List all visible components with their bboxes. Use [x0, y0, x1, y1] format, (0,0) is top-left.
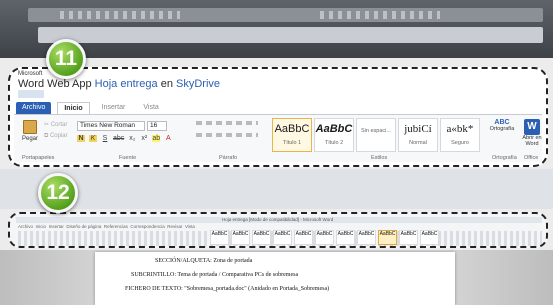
- desktop-style-2[interactable]: AaBbC: [231, 230, 250, 245]
- style-name: Normal: [409, 140, 427, 146]
- desktop-style-selected[interactable]: AaBbC: [378, 230, 397, 245]
- highlight-button[interactable]: ab: [152, 135, 161, 142]
- desktop-style-6[interactable]: AaBbC: [315, 230, 334, 245]
- style-normal[interactable]: jubiCí Normal: [398, 118, 438, 152]
- cut-label: Cortar: [50, 122, 68, 128]
- office-group-label: Office: [524, 155, 539, 161]
- desktop-style-3[interactable]: AaBbC: [252, 230, 271, 245]
- cut-button[interactable]: ✂ Cortar: [44, 121, 67, 128]
- document-line-1: SECCIÓN/ALQUETA: Zona de portada: [155, 258, 253, 264]
- spellcheck-icon: ABC: [494, 119, 510, 126]
- desktop-word-title: Hoja entrega [Modo de compatibilidad] - …: [222, 217, 334, 222]
- tab-inicio[interactable]: Inicio: [57, 102, 90, 114]
- font-format-buttons: N K S abc x₂ x² ab A: [77, 135, 172, 142]
- desktop-style-5[interactable]: AaBbC: [294, 230, 313, 245]
- style-name: Título 1: [282, 140, 302, 146]
- paste-label: Pegar: [21, 136, 38, 142]
- step-11-badge: 11: [46, 39, 86, 79]
- desktop-tab-insertar[interactable]: Insertar: [49, 224, 64, 229]
- app-name: Word Web App: [18, 78, 92, 90]
- browser-tabs-right: [320, 11, 440, 19]
- document-name[interactable]: Hoja entrega: [95, 78, 158, 90]
- spelling-button[interactable]: ABC Ortografía: [488, 119, 516, 132]
- desktop-style-4[interactable]: AaBbC: [273, 230, 292, 245]
- font-group-label: Fuente: [119, 155, 137, 161]
- desktop-tab-diseno[interactable]: Diseño de página: [66, 224, 101, 229]
- open-in-word-button[interactable]: W Abrir en Word: [520, 119, 544, 147]
- tab-archivo[interactable]: Archivo: [16, 102, 52, 114]
- step-12-badge: 12: [38, 173, 78, 213]
- word-web-app-panel: Microsoft Word Web App Hoja entrega en S…: [8, 67, 548, 167]
- paragraph-buttons[interactable]: [196, 121, 258, 149]
- desktop-style-11[interactable]: AaBbC: [420, 230, 439, 245]
- superscript-button[interactable]: x²: [140, 135, 148, 142]
- clipboard-icon: [23, 120, 37, 134]
- tab-vista[interactable]: Vista: [137, 102, 164, 114]
- style-sample: AaBbC: [315, 123, 353, 135]
- skydrive-link[interactable]: SkyDrive: [176, 78, 220, 90]
- document-page[interactable]: SECCIÓN/ALQUETA: Zona de portada SUBCRIN…: [95, 252, 455, 305]
- italic-button[interactable]: K: [89, 135, 97, 142]
- doc-connector: en: [160, 78, 173, 90]
- ribbon-inicio: Pegar ✂ Cortar ⧉ Copiar Portapapeles Tim…: [14, 114, 542, 162]
- font-size-select[interactable]: 16: [147, 121, 167, 131]
- desktop-style-1[interactable]: AaBbC: [210, 230, 229, 245]
- open-in-word-label: Abrir en Word: [522, 135, 542, 147]
- desktop-style-8[interactable]: AaBbC: [357, 230, 376, 245]
- style-seguro[interactable]: a«bk* Seguro: [440, 118, 480, 152]
- styles-group-label: Estilos: [371, 155, 388, 161]
- document-margin-left: [0, 250, 95, 305]
- desktop-tab-archivo[interactable]: Archivo: [18, 224, 33, 229]
- ribbon-tabs: Archivo Inicio Insertar Vista: [16, 102, 165, 114]
- style-name: Sin espaci...: [361, 128, 391, 134]
- strikethrough-button[interactable]: abc: [113, 135, 124, 142]
- document-line-2: SUBCRINTILLO: Tema de portada / Comparat…: [131, 272, 299, 278]
- app-title: Word Web App Hoja entrega en SkyDrive: [18, 78, 220, 90]
- quick-access-toolbar[interactable]: [18, 90, 44, 98]
- desktop-tab-revisar[interactable]: Revisar: [167, 224, 182, 229]
- document-margin-right: [455, 250, 553, 305]
- font-family-select[interactable]: Times New Roman: [77, 121, 145, 131]
- tab-insertar[interactable]: Insertar: [96, 102, 132, 114]
- paste-button[interactable]: Pegar: [20, 118, 40, 148]
- style-name: Seguro: [451, 140, 469, 146]
- spelling-label: Ortografía: [489, 126, 515, 132]
- style-sample: jubiCí: [404, 123, 432, 135]
- style-titulo-2[interactable]: AaBbC Título 2: [314, 118, 354, 152]
- word-icon: W: [524, 119, 540, 135]
- underline-button[interactable]: S: [101, 135, 109, 142]
- document-line-3: FICHERO DE TEXTO: "Sobremesa_portada.doc…: [125, 286, 330, 292]
- desktop-style-10[interactable]: AaBbC: [399, 230, 418, 245]
- desktop-tab-referencias[interactable]: Referencias: [104, 224, 128, 229]
- desktop-tab-correspondencia[interactable]: Correspondencia: [130, 224, 164, 229]
- bold-button[interactable]: N: [77, 135, 85, 142]
- subscript-button[interactable]: x₂: [128, 135, 136, 142]
- style-sample: AaBbC: [274, 123, 310, 135]
- desktop-tab-vista[interactable]: Vista: [185, 224, 195, 229]
- spelling-group-label: Ortografía: [492, 155, 517, 161]
- background-strip: [0, 169, 553, 209]
- desktop-style-7[interactable]: AaBbC: [336, 230, 355, 245]
- desktop-word-panel: Hoja entrega [Modo de compatibilidad] - …: [8, 212, 548, 248]
- copy-button[interactable]: ⧉ Copiar: [44, 133, 68, 140]
- copy-label: Copiar: [49, 133, 68, 139]
- microsoft-brand: Microsoft: [18, 71, 43, 77]
- browser-tabs: [60, 11, 180, 19]
- style-sample: a«bk*: [446, 123, 474, 135]
- browser-address-bar[interactable]: [38, 27, 543, 43]
- clipboard-group-label: Portapapeles: [22, 155, 55, 161]
- style-titulo-1[interactable]: AaBbC Título 1: [272, 118, 312, 152]
- style-name: Título 2: [324, 140, 344, 146]
- desktop-tabs: Archivo Inicio Insertar Diseño de página…: [18, 224, 195, 229]
- style-sin-espaciado[interactable]: Sin espaci...: [356, 118, 396, 152]
- paragraph-group-label: Párrafo: [219, 155, 238, 161]
- font-color-button[interactable]: A: [164, 135, 172, 142]
- desktop-tab-inicio[interactable]: Inicio: [36, 224, 47, 229]
